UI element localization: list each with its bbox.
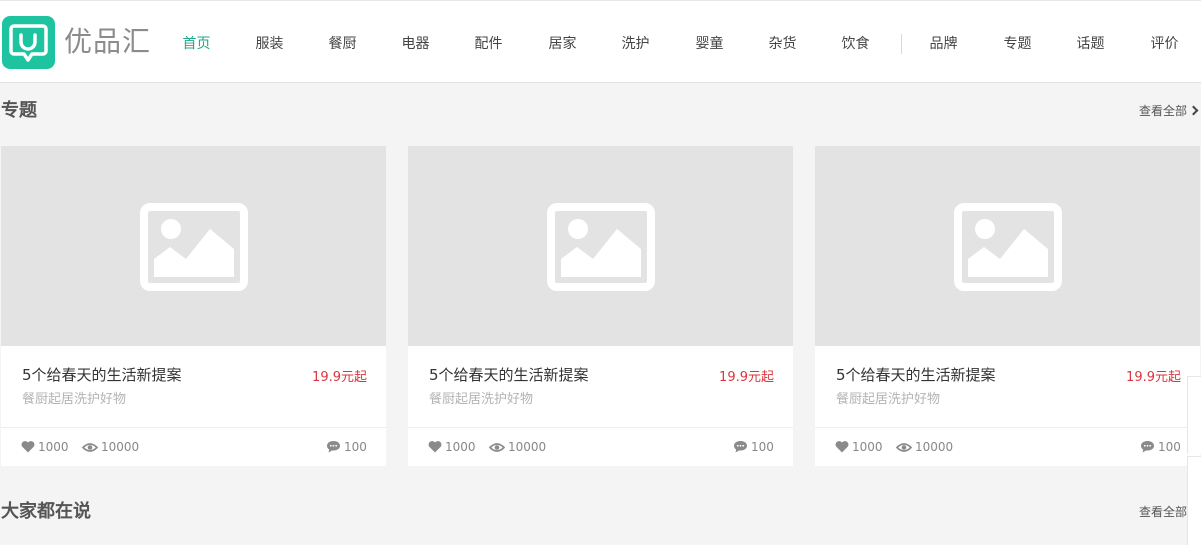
nav-item-home[interactable]: 首页 <box>160 34 233 54</box>
card-subtitle: 餐厨起居洗护好物 <box>836 392 941 407</box>
comment-count[interactable]: 100 <box>733 440 774 454</box>
card-image[interactable] <box>1 146 386 346</box>
image-placeholder-icon <box>547 203 655 291</box>
view-all-discussions-link[interactable]: 查看全部 <box>1139 504 1187 520</box>
nav-item-kitchen[interactable]: 餐厨 <box>306 34 379 54</box>
nav-item-home-living[interactable]: 居家 <box>526 34 599 54</box>
eye-icon <box>895 443 913 452</box>
like-count-value: 1000 <box>445 440 476 454</box>
card-price: 19.9元起 <box>719 370 774 385</box>
next-card-edge <box>1187 456 1201 545</box>
comment-icon <box>327 441 340 453</box>
main-nav: 首页 服装 餐厨 电器 配件 居家 洗护 婴童 杂货 饮食 品牌 专题 话题 评… <box>160 1 1201 84</box>
comment-count[interactable]: 100 <box>326 440 367 454</box>
eye-icon <box>488 443 506 452</box>
top-header: 优品汇 首页 服装 餐厨 电器 配件 居家 洗护 婴童 杂货 饮食 品牌 专题 … <box>0 0 1201 83</box>
view-all-label: 查看全部 <box>1139 505 1188 519</box>
card-image[interactable] <box>815 146 1200 346</box>
nav-item-discussions[interactable]: 话题 <box>1054 34 1127 54</box>
section-title-discussions: 大家都在说 <box>1 501 91 522</box>
nav-item-reviews[interactable]: 评价 <box>1128 34 1201 54</box>
card-title[interactable]: 5个给春天的生活新提案 <box>22 365 182 385</box>
heart-icon <box>21 441 35 453</box>
like-count[interactable]: 1000 <box>835 440 883 454</box>
nav-divider <box>901 34 902 54</box>
view-count: 10000 <box>895 440 954 454</box>
chevron-right-icon <box>1188 105 1199 116</box>
comment-icon <box>734 441 747 453</box>
card-divider <box>815 427 1200 428</box>
heart-icon <box>428 441 442 453</box>
view-count-value: 10000 <box>101 440 140 454</box>
card-price: 19.9元起 <box>1126 370 1181 385</box>
image-placeholder-icon <box>140 203 248 291</box>
nav-item-accessories[interactable]: 配件 <box>452 34 525 54</box>
view-count-value: 10000 <box>915 440 954 454</box>
card-subtitle: 餐厨起居洗护好物 <box>22 392 127 407</box>
nav-item-food[interactable]: 饮食 <box>819 34 892 54</box>
nav-item-topics[interactable]: 专题 <box>981 34 1054 54</box>
comment-icon <box>1141 441 1154 453</box>
view-all-label: 查看全部 <box>1139 104 1188 118</box>
heart-icon <box>835 441 849 453</box>
brand-name[interactable]: 优品汇 <box>64 25 151 59</box>
eye-icon <box>81 443 99 452</box>
comment-count-value: 100 <box>344 440 367 454</box>
next-card-edge <box>1187 376 1201 454</box>
card-title[interactable]: 5个给春天的生活新提案 <box>429 365 589 385</box>
card-divider <box>408 427 793 428</box>
topic-card[interactable]: 5个给春天的生活新提案 19.9元起 餐厨起居洗护好物 1000 10000 1… <box>408 146 793 466</box>
comment-count-value: 100 <box>751 440 774 454</box>
view-count: 10000 <box>81 440 140 454</box>
topic-card[interactable]: 5个给春天的生活新提案 19.9元起 餐厨起居洗护好物 1000 10000 1… <box>1 146 386 466</box>
logo-icon[interactable] <box>2 16 55 69</box>
card-image[interactable] <box>408 146 793 346</box>
nav-item-baby[interactable]: 婴童 <box>673 34 746 54</box>
topic-card[interactable]: 5个给春天的生活新提案 19.9元起 餐厨起居洗护好物 1000 10000 1… <box>815 146 1200 466</box>
card-price: 19.9元起 <box>312 370 367 385</box>
like-count[interactable]: 1000 <box>428 440 476 454</box>
like-count-value: 1000 <box>852 440 883 454</box>
card-subtitle: 餐厨起居洗护好物 <box>429 392 534 407</box>
card-divider <box>1 427 386 428</box>
view-count: 10000 <box>488 440 547 454</box>
nav-item-care[interactable]: 洗护 <box>599 34 672 54</box>
image-placeholder-icon <box>954 203 1062 291</box>
nav-item-appliances[interactable]: 电器 <box>379 34 452 54</box>
like-count-value: 1000 <box>38 440 69 454</box>
view-count-value: 10000 <box>508 440 547 454</box>
nav-item-clothing[interactable]: 服装 <box>233 34 306 54</box>
comment-count-value: 100 <box>1158 440 1181 454</box>
card-title[interactable]: 5个给春天的生活新提案 <box>836 365 996 385</box>
like-count[interactable]: 1000 <box>21 440 69 454</box>
view-all-topics-link[interactable]: 查看全部 <box>1139 103 1199 119</box>
nav-item-brands[interactable]: 品牌 <box>907 34 980 54</box>
nav-item-groceries[interactable]: 杂货 <box>746 34 819 54</box>
comment-count[interactable]: 100 <box>1140 440 1181 454</box>
section-title-topics: 专题 <box>1 100 37 121</box>
